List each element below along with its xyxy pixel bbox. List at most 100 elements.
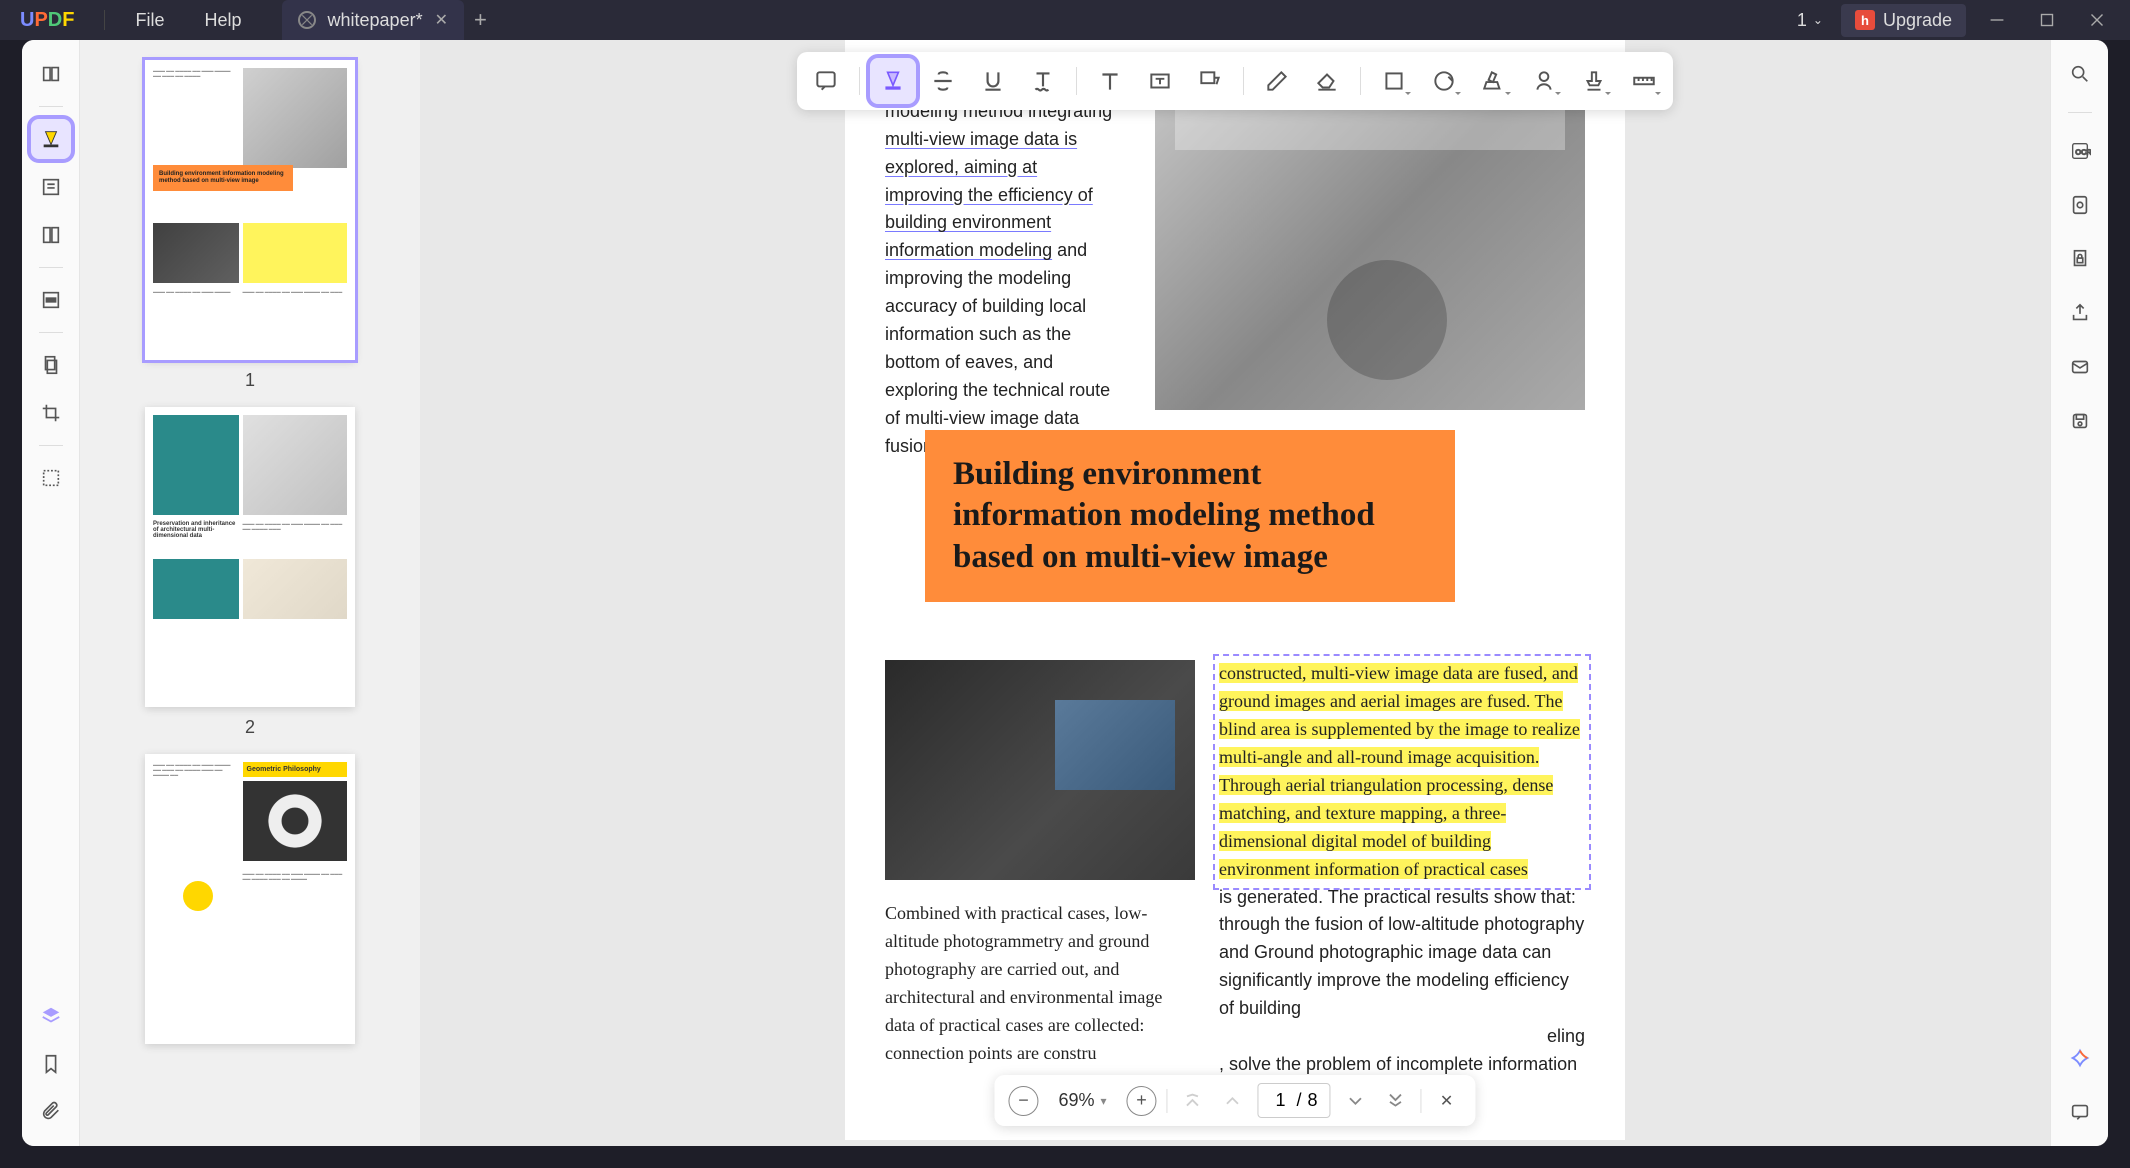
highlighted-text: constructed, multi-view image data are f… bbox=[1219, 663, 1580, 878]
search-tool[interactable] bbox=[2060, 54, 2100, 94]
thumb3-banner: Geometric Philosophy bbox=[243, 762, 348, 777]
thumb-banner-text: Building environment information modelin… bbox=[159, 171, 287, 185]
tab-title: whitepaper* bbox=[328, 10, 423, 31]
highlighted-selection[interactable]: constructed, multi-view image data are f… bbox=[1219, 660, 1585, 883]
pagination-bar: − 69% ▾ + 1 / 8 ✕ bbox=[994, 1075, 1475, 1126]
prev-page-button[interactable] bbox=[1218, 1086, 1248, 1116]
bookmark-tool[interactable] bbox=[31, 1044, 71, 1084]
total-pages: 8 bbox=[1308, 1090, 1318, 1111]
compress-tool[interactable] bbox=[2060, 185, 2100, 225]
divider bbox=[1243, 67, 1244, 95]
maximize-button[interactable] bbox=[2024, 4, 2070, 36]
person-image bbox=[885, 660, 1195, 880]
minimize-button[interactable] bbox=[1974, 4, 2020, 36]
edit-tool[interactable] bbox=[31, 167, 71, 207]
comment-tool[interactable] bbox=[31, 119, 71, 159]
signature-tool[interactable] bbox=[1521, 58, 1567, 104]
strikethrough-tool[interactable] bbox=[920, 58, 966, 104]
thumbnail-panel[interactable]: ▬▬▬ ▬▬ ▬▬▬▬ ▬▬ ▬▬▬ ▬▬▬▬ ▬▬ ▬▬▬ ▬▬ ▬▬▬▬ B… bbox=[80, 40, 420, 1146]
close-window-button[interactable] bbox=[2074, 4, 2120, 36]
ai-tool[interactable] bbox=[2060, 1038, 2100, 1078]
email-tool[interactable] bbox=[2060, 347, 2100, 387]
reader-tool[interactable] bbox=[31, 54, 71, 94]
history-count: 1 bbox=[1797, 10, 1807, 31]
body-paragraph-left: Combined with practical cases, low-altit… bbox=[885, 900, 1195, 1067]
divider bbox=[39, 332, 63, 333]
page-thumbnail-1[interactable]: ▬▬▬ ▬▬ ▬▬▬▬ ▬▬ ▬▬▬ ▬▬▬▬ ▬▬ ▬▬▬ ▬▬ ▬▬▬▬ B… bbox=[145, 60, 355, 391]
organize-tool[interactable] bbox=[31, 215, 71, 255]
form-tool[interactable] bbox=[31, 458, 71, 498]
titlebar: UPDF File Help whitepaper* ✕ + 1 ⌄ h Upg… bbox=[0, 0, 2130, 40]
crop-tool[interactable] bbox=[31, 393, 71, 433]
next-page-button[interactable] bbox=[1341, 1086, 1371, 1116]
page-tool[interactable] bbox=[31, 345, 71, 385]
chat-tool[interactable] bbox=[2060, 1092, 2100, 1132]
divider bbox=[859, 67, 860, 95]
pencil-tool[interactable] bbox=[1254, 58, 1300, 104]
history-dropdown[interactable]: 1 ⌄ bbox=[1787, 6, 1833, 35]
annotation-toolbar bbox=[797, 52, 1673, 110]
zoom-out-button[interactable]: − bbox=[1008, 1086, 1038, 1116]
save-tool[interactable] bbox=[2060, 401, 2100, 441]
menu-help[interactable]: Help bbox=[184, 10, 261, 31]
chevron-down-icon: ▾ bbox=[1100, 1094, 1106, 1108]
stamp-tool[interactable] bbox=[1471, 58, 1517, 104]
chevron-down-icon: ⌄ bbox=[1813, 13, 1823, 27]
thumbnail-image-3[interactable]: ▬▬▬ ▬▬ ▬▬▬▬ ▬▬ ▬▬▬ ▬▬▬▬ ▬▬ ▬▬▬ ▬▬ ▬▬▬▬ ▬… bbox=[145, 754, 355, 1044]
note-tool[interactable] bbox=[803, 58, 849, 104]
squiggly-tool[interactable] bbox=[1020, 58, 1066, 104]
zoom-in-button[interactable]: + bbox=[1127, 1086, 1157, 1116]
new-tab-button[interactable]: + bbox=[474, 7, 487, 33]
page-thumbnail-2[interactable]: Preservation and inheritance of architec… bbox=[145, 407, 355, 738]
tab-doc-icon bbox=[298, 11, 316, 29]
callout-tool[interactable] bbox=[1187, 58, 1233, 104]
underline-tool[interactable] bbox=[970, 58, 1016, 104]
measure-tool[interactable] bbox=[1621, 58, 1667, 104]
app-logo: UPDF bbox=[0, 9, 94, 32]
divider bbox=[1421, 1089, 1422, 1113]
divider bbox=[39, 106, 63, 107]
right-toolbar: OCR bbox=[2050, 40, 2108, 1146]
close-bar-button[interactable]: ✕ bbox=[1432, 1086, 1462, 1116]
protect-tool[interactable] bbox=[2060, 239, 2100, 279]
document-tab[interactable]: whitepaper* ✕ bbox=[282, 0, 464, 40]
text-tool[interactable] bbox=[1087, 58, 1133, 104]
titlebar-right: 1 ⌄ h Upgrade bbox=[1787, 4, 2130, 37]
ocr-tool[interactable]: OCR bbox=[2060, 131, 2100, 171]
zoom-display[interactable]: 69% ▾ bbox=[1048, 1086, 1116, 1115]
first-page-button[interactable] bbox=[1178, 1086, 1208, 1116]
document-view[interactable]: environment information modeling method … bbox=[420, 40, 2050, 1146]
page-input-group: 1 / 8 bbox=[1258, 1083, 1331, 1118]
divider bbox=[1167, 1089, 1168, 1113]
stamp2-tool[interactable] bbox=[1571, 58, 1617, 104]
last-page-button[interactable] bbox=[1381, 1086, 1411, 1116]
thumbnail-page-number: 2 bbox=[245, 717, 255, 738]
svg-text:OCR: OCR bbox=[2075, 148, 2091, 157]
document-page: environment information modeling method … bbox=[845, 40, 1625, 1140]
textbox-tool[interactable] bbox=[1137, 58, 1183, 104]
thumbnail-page-number: 1 bbox=[245, 370, 255, 391]
menu-file[interactable]: File bbox=[115, 10, 184, 31]
divider bbox=[39, 445, 63, 446]
layers-tool[interactable] bbox=[31, 996, 71, 1036]
upgrade-button[interactable]: h Upgrade bbox=[1841, 4, 1966, 37]
page-thumbnail-3[interactable]: ▬▬▬ ▬▬ ▬▬▬▬ ▬▬ ▬▬▬ ▬▬▬▬ ▬▬ ▬▬▬ ▬▬ ▬▬▬▬ ▬… bbox=[145, 754, 355, 1044]
shape-tool[interactable] bbox=[1371, 58, 1417, 104]
thumbnail-image-1[interactable]: ▬▬▬ ▬▬ ▬▬▬▬ ▬▬ ▬▬▬ ▬▬▬▬ ▬▬ ▬▬▬ ▬▬ ▬▬▬▬ B… bbox=[145, 60, 355, 360]
body-paragraph-tail: eling bbox=[1219, 1023, 1585, 1051]
upgrade-label: Upgrade bbox=[1883, 10, 1952, 31]
hero-image bbox=[1155, 70, 1585, 410]
highlight-tool[interactable] bbox=[870, 58, 916, 104]
title-banner: Building environment information modelin… bbox=[925, 430, 1455, 602]
sticker-tool[interactable] bbox=[1421, 58, 1467, 104]
tab-close-icon[interactable]: ✕ bbox=[435, 10, 448, 30]
attachment-tool[interactable] bbox=[31, 1092, 71, 1132]
divider bbox=[39, 267, 63, 268]
current-page-input[interactable]: 1 bbox=[1271, 1090, 1291, 1111]
share-tool[interactable] bbox=[2060, 293, 2100, 333]
eraser-tool[interactable] bbox=[1304, 58, 1350, 104]
body-paragraph: environment information modeling method … bbox=[885, 70, 1120, 460]
redact-tool[interactable] bbox=[31, 280, 71, 320]
thumbnail-image-2[interactable]: Preservation and inheritance of architec… bbox=[145, 407, 355, 707]
upgrade-badge-icon: h bbox=[1855, 10, 1875, 30]
